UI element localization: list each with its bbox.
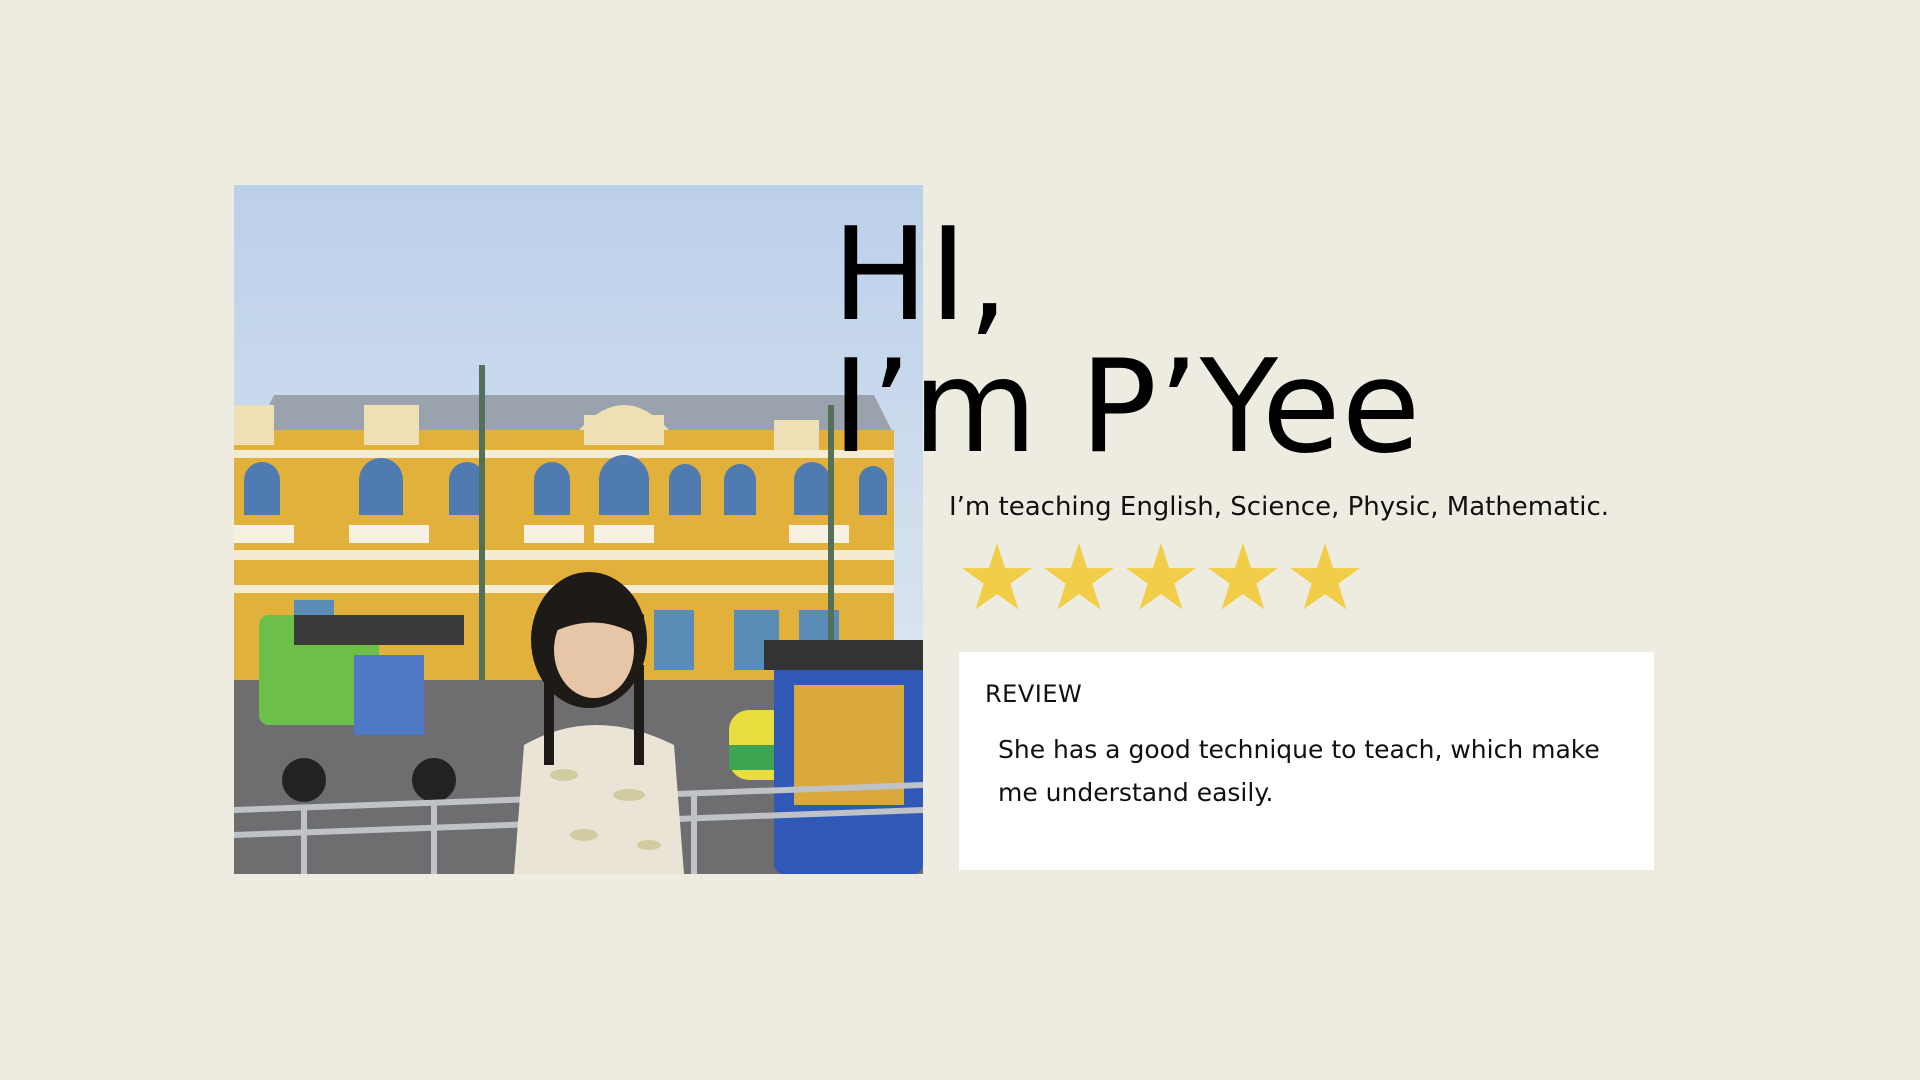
star-rating xyxy=(960,540,1362,614)
star-icon xyxy=(1124,540,1198,614)
greeting-line-2: I’m P’Yee xyxy=(832,333,1422,482)
subjects-text: I’m teaching English, Science, Physic, M… xyxy=(949,492,1610,522)
review-title: REVIEW xyxy=(985,680,1083,708)
greeting-line-1: HI, xyxy=(832,201,1010,350)
star-icon xyxy=(1288,540,1362,614)
greeting-heading: HI, I’m P’Yee xyxy=(832,210,1421,474)
review-text: She has a good technique to teach, which… xyxy=(998,735,1600,807)
star-icon xyxy=(1206,540,1280,614)
star-icon xyxy=(960,540,1034,614)
profile-photo xyxy=(234,185,923,874)
review-card: REVIEW She has a good technique to teach… xyxy=(959,652,1654,870)
star-icon xyxy=(1042,540,1116,614)
slide: HI, I’m P’Yee I’m teaching English, Scie… xyxy=(0,0,1920,1080)
